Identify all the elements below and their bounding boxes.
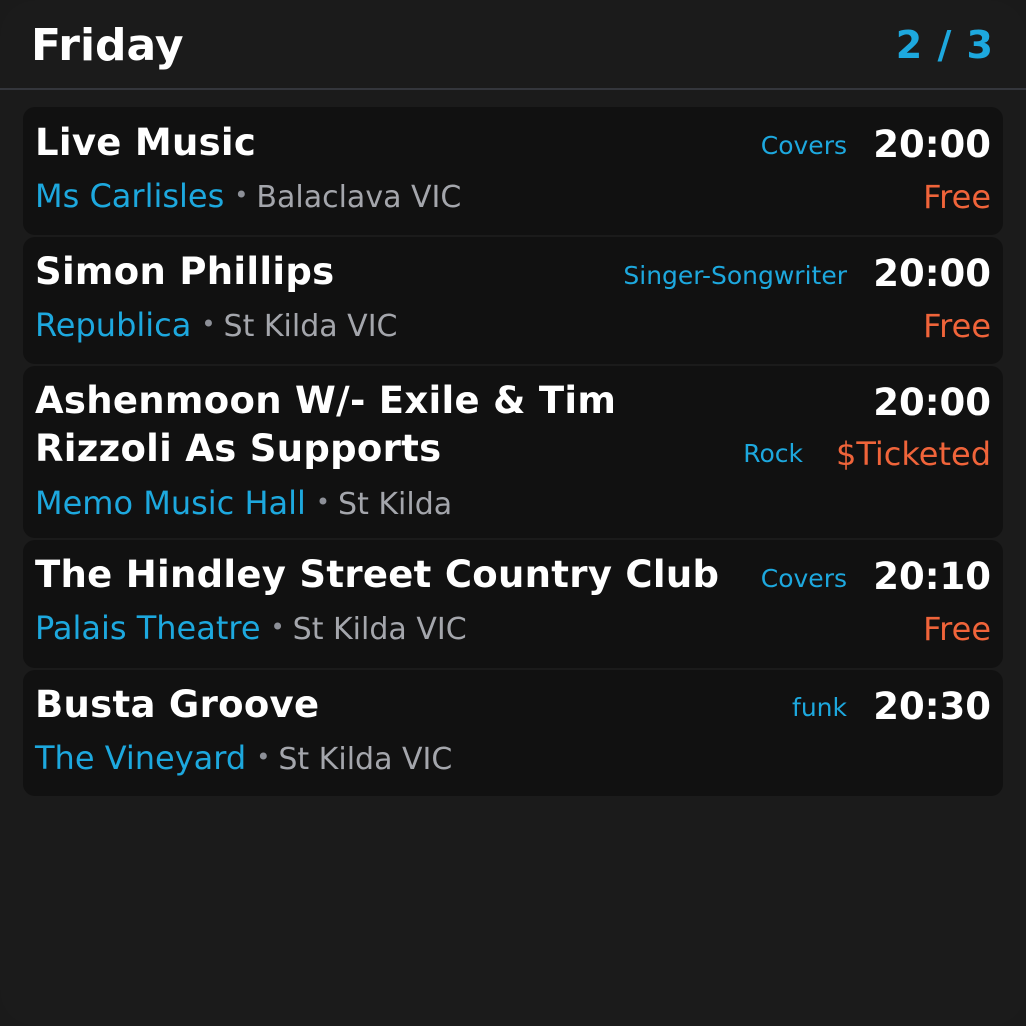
venue-name[interactable]: Palais Theatre — [35, 609, 261, 647]
venue-name[interactable]: Ms Carlisles — [35, 177, 224, 215]
gig-title: Busta Groove — [35, 683, 320, 726]
gig-genre: Covers — [760, 131, 847, 160]
suburb: St Kilda — [338, 487, 453, 522]
gig-location: Ms Carlisles • Balaclava VIC — [35, 174, 461, 219]
gig-time: 20:10 — [873, 555, 991, 598]
suburb: St Kilda VIC — [223, 309, 398, 344]
gig-genre: Covers — [760, 564, 847, 593]
gig-genre: Singer-Songwriter — [623, 261, 847, 290]
gig-time: 20:30 — [873, 685, 991, 728]
gig-price: $Ticketed — [835, 435, 991, 473]
day-title: Friday — [31, 20, 184, 71]
gig-price: Free — [923, 178, 991, 216]
separator-dot: • — [201, 310, 216, 338]
gig-price: Free — [923, 307, 991, 345]
separator-dot: • — [315, 488, 331, 516]
gig-time: 20:00 — [873, 252, 991, 295]
gig-location: Republica • St Kilda VIC — [35, 303, 398, 348]
suburb: Balaclava VIC — [256, 180, 462, 215]
venue-name[interactable]: The Vineyard — [35, 739, 246, 777]
gig-title: The Hindley Street Country Club — [35, 553, 720, 596]
gig-location: Palais Theatre • St Kilda VIC — [35, 606, 467, 651]
gig-time: 20:00 — [873, 381, 991, 424]
venue-name[interactable]: Republica — [35, 306, 191, 344]
gig-card[interactable]: Simon Phillips Singer-Songwriter 20:00 R… — [23, 237, 1003, 364]
gig-title-line-2: Rizzoli As Supports — [35, 427, 442, 470]
gig-genre: funk — [792, 693, 847, 722]
page-indicator[interactable]: 2 / 3 — [896, 20, 994, 70]
gig-title: Ashenmoon W/- Exile & Tim — [35, 379, 617, 422]
gig-card[interactable]: Live Music Covers 20:00 Ms Carlisles • Bal… — [23, 107, 1003, 235]
gig-card[interactable]: Ashenmoon W/- Exile & Tim Rizzoli As Sup… — [23, 366, 1003, 538]
suburb: St Kilda VIC — [278, 742, 453, 777]
suburb: St Kilda VIC — [292, 612, 467, 647]
venue-name[interactable]: Memo Music Hall — [35, 484, 306, 522]
gig-genre: Rock — [743, 439, 803, 468]
header: Friday 2 / 3 — [0, 0, 1026, 90]
gig-guide-screen: Friday 2 / 3 Live Music Covers 20:00 Ms … — [0, 0, 1026, 1026]
gig-title: Simon Phillips — [35, 250, 335, 293]
separator-dot: • — [270, 613, 285, 641]
gig-location: Memo Music Hall • St Kilda — [35, 481, 452, 526]
gig-list: Live Music Covers 20:00 Ms Carlisles • Bal… — [23, 107, 1003, 798]
gig-card[interactable]: The Hindley Street Country Club Covers 2… — [23, 540, 1003, 668]
separator-dot: • — [234, 181, 249, 209]
separator-dot: • — [256, 743, 271, 771]
gig-card[interactable]: Busta Groove funk 20:30 The Vineyard • St … — [23, 670, 1003, 796]
gig-title: Live Music — [35, 121, 257, 164]
gig-price: Free — [923, 610, 991, 648]
gig-time: 20:00 — [873, 123, 991, 166]
gig-location: The Vineyard • St Kilda VIC — [35, 736, 452, 781]
